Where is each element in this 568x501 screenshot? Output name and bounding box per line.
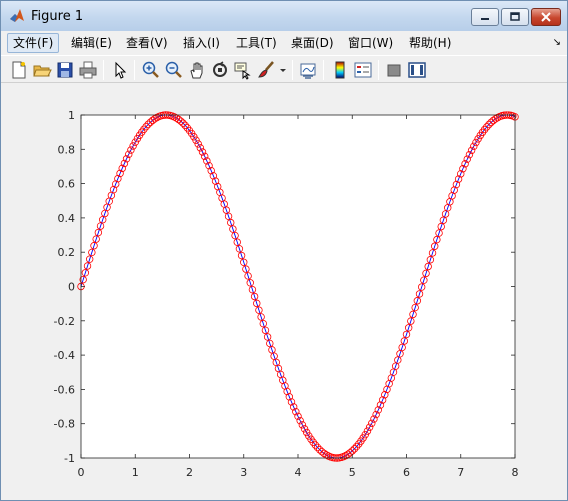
maximize-button[interactable] [501, 8, 529, 26]
x-tick-label: 6 [403, 466, 410, 479]
save-icon[interactable] [55, 60, 75, 80]
figure-canvas: 0 1 2 3 4 5 6 7 8 1 0.8 0.6 0.4 0.2 0 -0.2 -0.4 -0.6 -0.8 -… [1, 84, 567, 500]
matlab-logo-icon [10, 9, 24, 22]
figure-toolbar [1, 55, 567, 83]
data-cursor-icon[interactable] [233, 60, 253, 80]
x-tick-label: 3 [240, 466, 247, 479]
new-figure-icon[interactable] [9, 60, 29, 80]
x-tick-label: 2 [186, 466, 193, 479]
y-tick-label: 1 [68, 109, 75, 122]
axes-background[interactable] [81, 115, 515, 458]
y-tick-label: -0.8 [54, 418, 75, 431]
show-plot-tools-icon[interactable] [407, 60, 427, 80]
plot-canvas[interactable]: 0 1 2 3 4 5 6 7 8 1 0.8 0.6 0.4 0.2 0 -0.2 -0.4 -0.6 -0.8 -… [1, 84, 567, 500]
legend-icon[interactable] [353, 60, 373, 80]
arrow-curve-icon[interactable]: ↘ [553, 37, 561, 48]
edit-plot-icon[interactable] [110, 60, 130, 80]
figure-window: Figure 1 文件(F) 编辑(E) 查看(V) 插入(I) 工具(T) 桌… [0, 0, 568, 501]
menu-tools[interactable]: 工具(T) [230, 33, 283, 53]
y-tick-label: 0.2 [58, 246, 76, 259]
y-tick-label: 0.6 [58, 178, 76, 191]
x-tick-label: 1 [132, 466, 139, 479]
brush-icon[interactable] [257, 60, 277, 80]
menu-window[interactable]: 窗口(W) [342, 33, 399, 53]
pan-icon[interactable] [187, 60, 207, 80]
x-tick-label: 7 [457, 466, 464, 479]
close-button[interactable] [531, 8, 561, 26]
y-tick-label: 0.8 [58, 143, 76, 156]
maximize-icon [510, 12, 520, 21]
x-tick-label: 4 [295, 466, 302, 479]
x-tick-label: 8 [512, 466, 519, 479]
x-tick-label: 5 [349, 466, 356, 479]
minimize-button[interactable] [471, 8, 499, 26]
x-tick-label: 0 [78, 466, 85, 479]
y-tick-label: 0 [68, 281, 75, 294]
hide-plot-tools-icon[interactable] [384, 60, 404, 80]
y-tick-label: 0.4 [58, 212, 76, 225]
link-plot-icon[interactable] [298, 60, 318, 80]
close-icon [541, 12, 551, 22]
open-file-icon[interactable] [32, 60, 52, 80]
menu-insert[interactable]: 插入(I) [177, 33, 226, 53]
menu-help[interactable]: 帮助(H) [403, 33, 457, 53]
y-tick-label: -0.6 [54, 383, 75, 396]
zoom-out-icon[interactable] [164, 60, 184, 80]
toolbar-separator [323, 60, 324, 80]
y-tick-label: -1 [64, 452, 75, 465]
toolbar-separator [134, 60, 135, 80]
brush-dropdown-icon[interactable] [277, 60, 289, 80]
colorbar-icon[interactable] [330, 60, 350, 80]
y-tick-label: -0.2 [54, 315, 75, 328]
window-title: Figure 1 [31, 9, 84, 24]
toolbar-separator [103, 60, 104, 80]
menu-file[interactable]: 文件(F) [7, 33, 60, 53]
menu-desktop[interactable]: 桌面(D) [285, 33, 340, 53]
menu-edit[interactable]: 编辑(E) [65, 33, 118, 53]
title-bar[interactable]: Figure 1 [1, 1, 567, 31]
print-icon[interactable] [78, 60, 98, 80]
toolbar-separator [378, 60, 379, 80]
toolbar-separator [292, 60, 293, 80]
zoom-in-icon[interactable] [141, 60, 161, 80]
menu-view[interactable]: 查看(V) [120, 33, 174, 53]
menu-bar: 文件(F) 编辑(E) 查看(V) 插入(I) 工具(T) 桌面(D) 窗口(W… [1, 31, 567, 53]
rotate-3d-icon[interactable] [210, 60, 230, 80]
minimize-icon [481, 18, 489, 20]
y-tick-label: -0.4 [54, 349, 75, 362]
